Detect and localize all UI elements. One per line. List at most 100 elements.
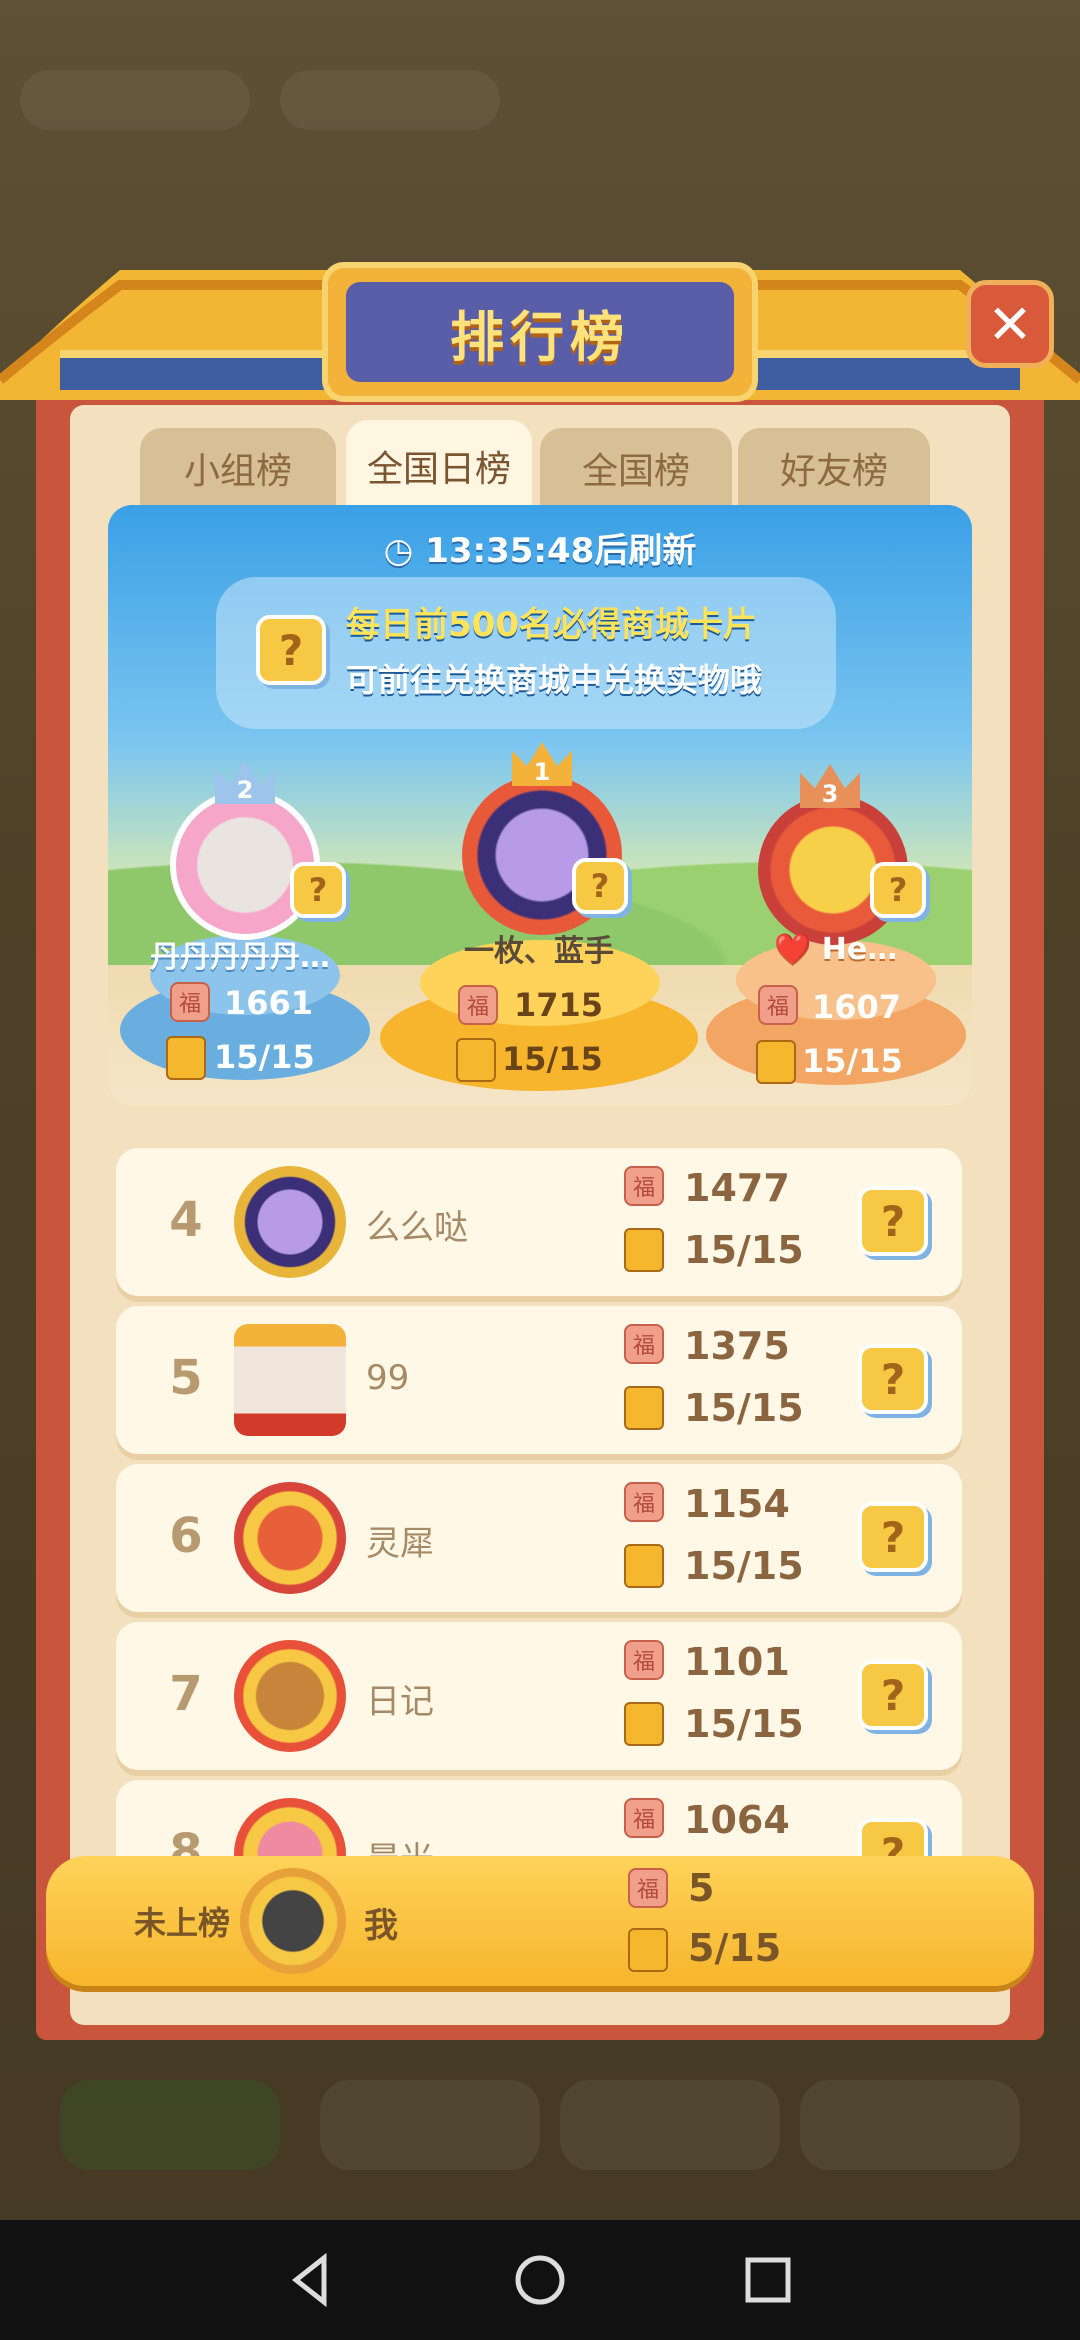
row-rank: 7 [169,1666,203,1722]
mystery-card-icon[interactable]: ? [858,1502,928,1572]
fu-char: 福 [636,1878,659,1903]
rank-row-6[interactable]: 6 灵犀 福 1154 15/15 ? [116,1464,962,1612]
tab-label: 全国榜 [581,451,690,492]
notice-line-1: 每日前500名必得商城卡片 [346,605,757,645]
book-icon [166,1036,206,1080]
recents-square-icon[interactable] [738,2250,798,2310]
book-icon [624,1702,664,1746]
row-name: 99 [366,1358,410,1398]
row-score: 1064 [684,1798,790,1842]
fu-icon: 福 [624,1640,664,1680]
podium-score-1: 1715 [514,986,604,1024]
row-progress: 15/15 [684,1544,804,1588]
row-rank: 4 [169,1192,203,1248]
fu-icon: 福 [758,985,798,1025]
question-mark: ? [880,1196,906,1246]
fu-char: 福 [178,992,201,1017]
my-progress: 5/15 [688,1926,782,1970]
fu-icon: 福 [624,1166,664,1206]
row-name: 灵犀 [366,1524,434,1564]
close-icon: ✕ [987,292,1033,356]
question-mark: ? [308,871,328,909]
mystery-card-icon[interactable]: ? [858,1344,928,1414]
my-rank-bar[interactable]: 未上榜 我 福 5 5/15 [46,1856,1034,1986]
podium-progress-1: 15/15 [502,1040,603,1078]
row-name: 么么哒 [366,1208,468,1248]
fu-char: 福 [466,995,489,1020]
my-rank-label: 未上榜 [134,1904,231,1942]
fu-icon: 福 [458,985,498,1025]
title-plate: 排行榜 [322,262,758,402]
back-triangle-icon[interactable] [282,2250,342,2310]
book-icon [456,1038,496,1082]
fu-icon: 福 [624,1324,664,1364]
book-icon [628,1928,668,1972]
refresh-timer: ◷ 13:35:48后刷新 [108,523,972,572]
fu-char: 福 [632,1650,655,1675]
question-mark: ? [590,867,610,905]
close-button[interactable]: ✕ [966,280,1054,368]
rank-row-7[interactable]: 7 日记 福 1101 15/15 ? [116,1622,962,1770]
my-name: 我 [364,1906,398,1946]
fu-char: 福 [766,995,789,1020]
fu-char: 福 [632,1492,655,1517]
question-mark: ? [880,1670,906,1720]
home-circle-icon[interactable] [510,2250,570,2310]
podium-name-1: 一枚、蓝手 [464,934,614,969]
my-score: 5 [688,1866,715,1910]
reward-notice: ? 每日前500名必得商城卡片 可前往兑换商城中兑换实物哦 [216,577,836,729]
row-avatar [234,1324,346,1436]
rank-number: 1 [533,758,551,786]
mystery-card-icon: ? [572,858,628,914]
tab-label: 好友榜 [779,451,888,492]
row-progress: 15/15 [684,1228,804,1272]
row-rank: 6 [169,1508,203,1564]
tab-group[interactable]: 小组榜 [140,428,336,508]
tab-label: 小组榜 [183,451,292,492]
notice-line-2: 可前往兑换商城中兑换实物哦 [346,661,763,699]
tab-national[interactable]: 全国榜 [540,428,732,508]
row-progress: 15/15 [684,1702,804,1746]
podium-progress-3: 15/15 [802,1042,903,1080]
row-score: 1375 [684,1324,790,1368]
tab-national-daily[interactable]: 全国日榜 [346,420,532,512]
row-progress: 15/15 [684,1386,804,1430]
tab-friends[interactable]: 好友榜 [738,428,930,508]
my-avatar [240,1868,346,1974]
question-mark: ? [880,1512,906,1562]
mystery-card-icon[interactable]: ? [858,1660,928,1730]
row-score: 1101 [684,1640,790,1684]
system-nav-bar [0,2220,1080,2340]
row-score: 1154 [684,1482,790,1526]
rank-row-5[interactable]: 5 99 福 1375 15/15 ? [116,1306,962,1454]
mystery-card-icon[interactable]: ? [858,1186,928,1256]
fu-icon: 福 [624,1798,664,1838]
fu-icon: 福 [624,1482,664,1522]
mystery-card-icon: ? [870,862,926,918]
row-name: 日记 [366,1682,434,1722]
row-avatar [234,1166,346,1278]
podium-score-2: 1661 [224,984,314,1022]
fu-char: 福 [632,1176,655,1201]
book-icon [624,1228,664,1272]
tab-label: 全国日榜 [366,449,511,490]
row-score: 1477 [684,1166,790,1210]
book-icon [624,1386,664,1430]
fu-char: 福 [632,1808,655,1833]
fu-icon: 福 [628,1868,668,1908]
question-mark: ? [278,625,304,675]
rank-row-4[interactable]: 4 么么哒 福 1477 15/15 ? [116,1148,962,1296]
rank-number: 3 [821,780,839,808]
row-rank: 5 [169,1350,203,1406]
podium-progress-2: 15/15 [214,1038,315,1076]
podium-name-2: 丹丹丹丹丹… [150,940,330,975]
row-avatar [234,1640,346,1752]
book-icon [756,1040,796,1084]
mystery-card-icon: ? [290,862,346,918]
rank-number: 2 [236,776,254,804]
question-mark: ? [880,1354,906,1404]
book-icon [624,1544,664,1588]
podium-name-3: ❤️ He… [774,932,898,967]
fu-icon: 福 [170,982,210,1022]
podium-score-3: 1607 [812,988,902,1026]
